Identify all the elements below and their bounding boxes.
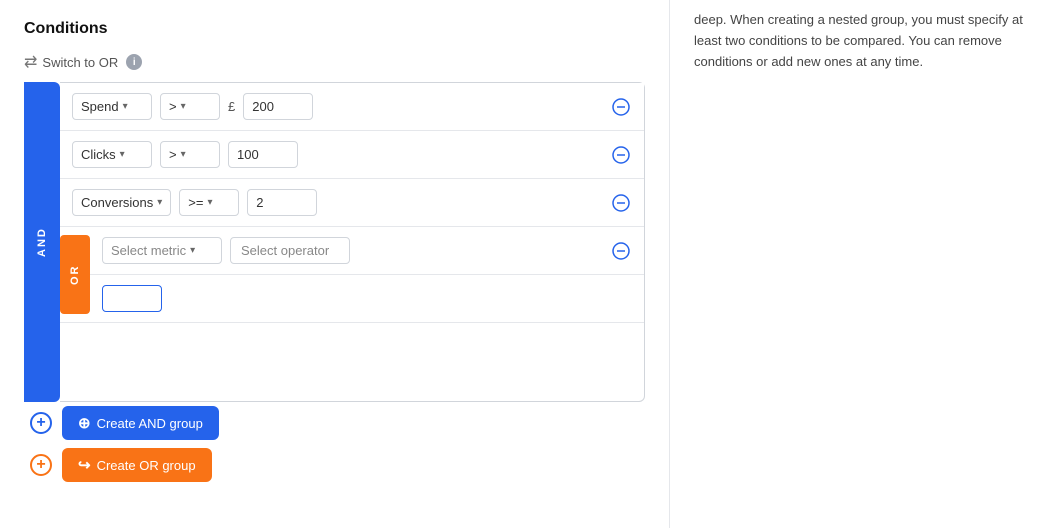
add-or-plus-button[interactable]: + — [30, 454, 52, 476]
switch-or-row: ⇄ Switch to OR i — [24, 52, 645, 72]
operator-dropdown-conversions[interactable]: >= ▾ — [179, 189, 239, 216]
minus-circle-icon — [612, 242, 630, 260]
metric-dropdown-clicks[interactable]: Clicks ▾ — [72, 141, 152, 168]
chevron-down-icon: ▾ — [190, 245, 195, 256]
condition-row-clicks: Clicks ▾ > ▾ — [60, 131, 644, 179]
remove-button-spend[interactable] — [610, 98, 632, 116]
plus-icon: ⊕ — [78, 414, 91, 432]
action-buttons-row: + ⊕ Create AND group — [24, 406, 645, 440]
or-plus-icon: ↪ — [78, 456, 91, 474]
minus-circle-icon — [612, 146, 630, 164]
and-bar: AND — [24, 82, 60, 402]
condition-row-spend: Spend ▾ > ▾ £ — [60, 83, 644, 131]
conditions-list: Spend ▾ > ▾ £ Click — [60, 82, 645, 402]
metric-label-spend: Spend — [81, 99, 119, 114]
or-bar: OR — [60, 235, 90, 314]
value-input-or[interactable] — [102, 285, 162, 312]
switch-to-or-button[interactable]: ⇄ Switch to OR — [24, 52, 118, 72]
chevron-down-icon: ▾ — [181, 149, 186, 160]
chevron-down-icon: ▾ — [157, 197, 162, 208]
or-inner: Select metric ▾ Select operator — [90, 227, 644, 322]
remove-button-clicks[interactable] — [610, 146, 632, 164]
info-icon[interactable]: i — [126, 54, 142, 70]
operator-label-conversions: >= — [188, 195, 203, 210]
switch-or-label: Switch to OR — [42, 55, 118, 70]
chevron-down-icon: ▾ — [207, 197, 212, 208]
create-or-group-button[interactable]: ↪ Create OR group — [62, 448, 212, 482]
metric-label-clicks: Clicks — [81, 147, 116, 162]
or-value-row — [90, 275, 644, 322]
minus-circle-icon — [612, 98, 630, 116]
select-metric-placeholder: Select metric — [111, 243, 186, 258]
chevron-down-icon: ▾ — [123, 101, 128, 112]
left-panel: Conditions ⇄ Switch to OR i AND Spend ▾ … — [0, 0, 670, 528]
create-or-label: Create OR group — [97, 458, 196, 473]
create-or-row: + ↪ Create OR group — [24, 448, 645, 482]
help-text: deep. When creating a nested group, you … — [694, 10, 1024, 72]
select-operator-dropdown[interactable]: Select operator — [230, 237, 350, 264]
switch-arrows-icon: ⇄ — [24, 52, 37, 72]
create-and-group-button[interactable]: ⊕ Create AND group — [62, 406, 219, 440]
metric-dropdown-spend[interactable]: Spend ▾ — [72, 93, 152, 120]
operator-dropdown-clicks[interactable]: > ▾ — [160, 141, 220, 168]
currency-sign-spend: £ — [228, 99, 235, 114]
right-panel: deep. When creating a nested group, you … — [670, 0, 1048, 528]
metric-label-conversions: Conversions — [81, 195, 153, 210]
add-condition-plus-button[interactable]: + — [30, 412, 52, 434]
select-operator-placeholder: Select operator — [241, 243, 329, 258]
page-title: Conditions — [24, 20, 645, 38]
select-metric-dropdown[interactable]: Select metric ▾ — [102, 237, 222, 264]
or-subgroup: OR Select metric ▾ Select operator — [60, 227, 644, 323]
chevron-down-icon: ▾ — [181, 101, 186, 112]
operator-label-spend: > — [169, 99, 177, 114]
operator-label-clicks: > — [169, 147, 177, 162]
minus-circle-icon — [612, 194, 630, 212]
main-group: AND Spend ▾ > ▾ £ — [24, 82, 645, 402]
condition-row-conversions: Conversions ▾ >= ▾ — [60, 179, 644, 227]
metric-dropdown-conversions[interactable]: Conversions ▾ — [72, 189, 171, 216]
remove-button-conversions[interactable] — [610, 194, 632, 212]
value-input-spend[interactable] — [243, 93, 313, 120]
value-input-conversions[interactable] — [247, 189, 317, 216]
value-input-clicks[interactable] — [228, 141, 298, 168]
or-condition-row-new: Select metric ▾ Select operator — [90, 227, 644, 275]
remove-button-or[interactable] — [610, 242, 632, 260]
create-and-label: Create AND group — [97, 416, 203, 431]
operator-dropdown-spend[interactable]: > ▾ — [160, 93, 220, 120]
chevron-down-icon: ▾ — [120, 149, 125, 160]
